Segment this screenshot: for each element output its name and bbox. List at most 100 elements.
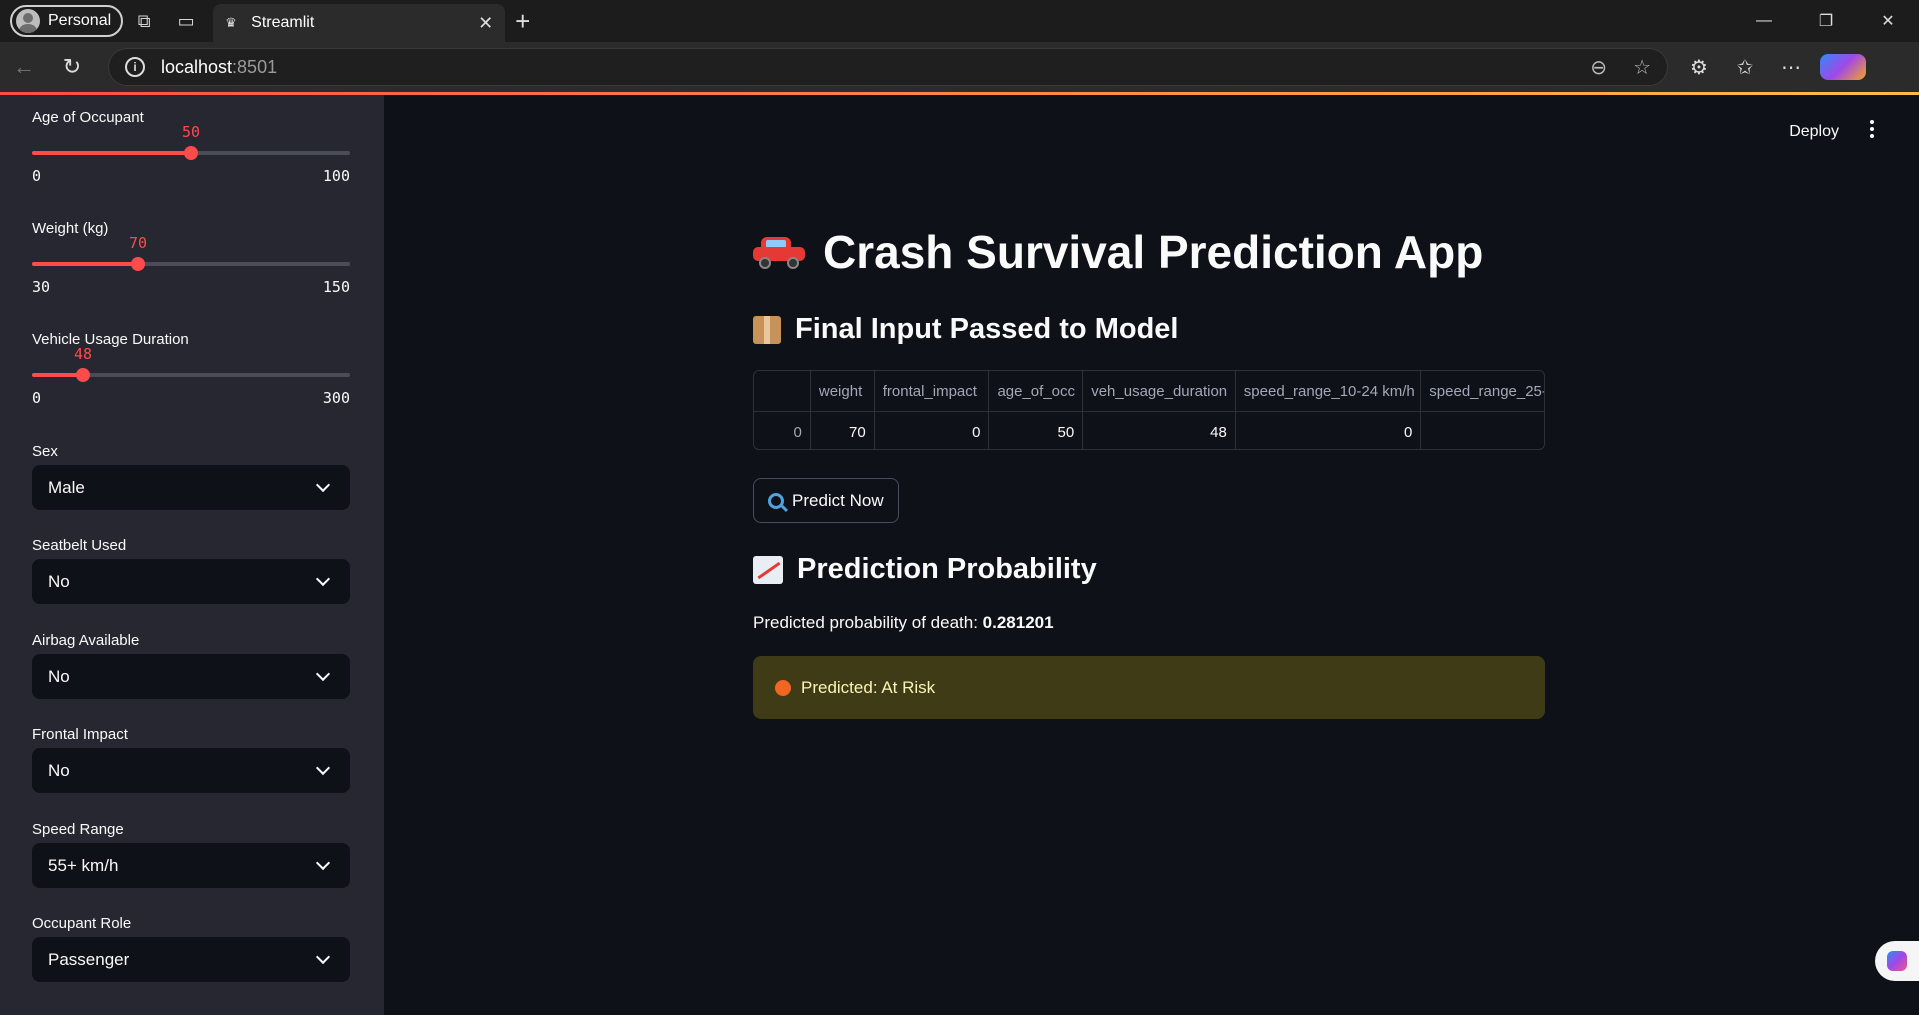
address-bar[interactable]: i localhost :8501 ⊖ ☆ <box>108 48 1668 86</box>
age-slider-value: 50 <box>181 123 201 141</box>
weight-slider-max: 150 <box>322 278 350 296</box>
chevron-down-icon <box>315 666 331 682</box>
speed-range-select-widget: Speed Range 55+ km/h <box>32 821 350 891</box>
streamlit-favicon-icon: ♛ <box>225 15 237 30</box>
profile-button[interactable]: Personal <box>10 5 124 37</box>
chevron-down-icon <box>315 760 331 776</box>
profile-label: Personal <box>48 12 112 29</box>
age-slider-thumb[interactable] <box>184 146 198 160</box>
reload-icon[interactable]: ↻ <box>48 47 96 87</box>
airbag-select-widget: Airbag Available No <box>32 632 350 702</box>
table-header-cell[interactable]: frontal_impact <box>875 371 990 411</box>
chart-increasing-icon <box>753 555 783 584</box>
browser-tab-streamlit[interactable]: ♛ Streamlit ✕ <box>213 4 506 42</box>
table-header-cell[interactable]: veh_usage_duration <box>1083 371 1236 411</box>
table-cell[interactable]: 0 <box>875 412 990 449</box>
frontal-impact-select[interactable]: No <box>32 748 350 793</box>
table-index-cell: 0 <box>754 412 811 449</box>
tab-actions-icon[interactable]: ▭ <box>165 0 207 42</box>
probability-value: 0.281201 <box>982 613 1054 632</box>
tab-title: Streamlit <box>251 14 315 31</box>
magnifier-icon <box>768 492 784 509</box>
frontal-impact-select-widget: Frontal Impact No <box>32 726 350 796</box>
occupant-role-select[interactable]: Passenger <box>32 937 350 982</box>
url-port: :8501 <box>232 56 278 77</box>
minimize-icon[interactable]: — <box>1733 0 1795 42</box>
airbag-select[interactable]: No <box>32 654 350 699</box>
car-icon <box>753 237 805 269</box>
weight-slider-value: 70 <box>128 234 148 252</box>
sex-select[interactable]: Male <box>32 465 350 510</box>
table-cell[interactable]: 70 <box>811 412 875 449</box>
usage-slider-max: 300 <box>322 389 350 407</box>
age-slider-min: 0 <box>32 167 42 185</box>
browser-toolbar: ← ↻ i localhost :8501 ⊖ ☆ ⚙ ✩ ⋯ <box>0 42 1919 92</box>
table-header-cell[interactable]: speed_range_25- <box>1421 371 1544 411</box>
workspaces-icon[interactable]: ⧉ <box>123 0 165 42</box>
airbag-select-value: No <box>48 666 70 686</box>
more-menu-icon[interactable]: ⋯ <box>1768 55 1814 80</box>
chevron-down-icon <box>315 949 331 965</box>
main-menu-icon[interactable] <box>1869 120 1875 138</box>
weight-slider-widget: Weight (kg) 70 30 150 <box>32 220 350 300</box>
table-cell[interactable]: 0 <box>1236 412 1422 449</box>
airbag-select-label: Airbag Available <box>32 632 140 649</box>
usage-slider-value: 48 <box>73 345 93 363</box>
table-header-cell <box>754 371 811 411</box>
seatbelt-select-value: No <box>48 571 70 591</box>
deploy-button[interactable]: Deploy <box>1789 123 1839 141</box>
age-slider[interactable]: 50 0 100 <box>32 109 350 189</box>
page-title-text: Crash Survival Prediction App <box>823 226 1484 278</box>
section-input-text: Final Input Passed to Model <box>795 313 1179 345</box>
weight-slider-min: 30 <box>32 278 51 296</box>
speed-range-select-label: Speed Range <box>32 821 124 838</box>
age-slider-widget: Age of Occupant 50 0 100 <box>32 109 350 189</box>
table-cell[interactable]: 48 <box>1083 412 1236 449</box>
seatbelt-select[interactable]: No <box>32 559 350 604</box>
probability-text: Predicted probability of death: 0.281201 <box>753 613 1054 633</box>
sex-select-label: Sex <box>32 443 58 460</box>
package-icon <box>753 315 781 344</box>
extensions-icon[interactable]: ⚙ <box>1676 55 1722 80</box>
section-prob-text: Prediction Probability <box>797 553 1097 585</box>
prediction-alert-text: Predicted: At Risk <box>801 677 936 697</box>
copilot-floating-icon[interactable] <box>1875 941 1919 981</box>
frontal-impact-select-label: Frontal Impact <box>32 726 128 743</box>
speed-range-select[interactable]: 55+ km/h <box>32 843 350 888</box>
table-header-cell[interactable]: speed_range_10-24 km/h <box>1236 371 1422 411</box>
input-dataframe[interactable]: weight frontal_impact age_of_occ veh_usa… <box>753 370 1545 450</box>
favorite-star-icon[interactable]: ☆ <box>1633 55 1651 80</box>
occupant-role-select-value: Passenger <box>48 949 130 969</box>
new-tab-icon[interactable]: + <box>515 6 530 37</box>
table-cell[interactable]: 50 <box>989 412 1084 449</box>
orange-circle-icon <box>775 679 791 696</box>
chevron-down-icon <box>315 571 331 587</box>
url-host: localhost <box>161 56 233 77</box>
back-icon[interactable]: ← <box>0 47 48 87</box>
profile-avatar-icon <box>16 9 40 33</box>
zoom-out-icon[interactable]: ⊖ <box>1590 55 1607 80</box>
predict-now-button[interactable]: Predict Now <box>753 478 899 523</box>
usage-slider[interactable]: 48 0 300 <box>32 331 350 411</box>
table-header-cell[interactable]: weight <box>811 371 875 411</box>
predict-now-label: Predict Now <box>792 490 884 510</box>
chevron-down-icon <box>315 477 331 493</box>
copilot-icon[interactable] <box>1820 54 1866 80</box>
chevron-down-icon <box>315 855 331 871</box>
occupant-role-select-widget: Occupant Role Passenger <box>32 915 350 985</box>
tab-close-icon[interactable]: ✕ <box>478 13 493 34</box>
prediction-alert: Predicted: At Risk <box>753 656 1545 719</box>
table-header-cell[interactable]: age_of_occ <box>989 371 1084 411</box>
weight-slider-thumb[interactable] <box>131 257 145 271</box>
weight-slider[interactable]: 70 30 150 <box>32 220 350 300</box>
table-cell[interactable] <box>1421 412 1544 449</box>
frontal-impact-select-value: No <box>48 760 70 780</box>
favorites-icon[interactable]: ✩ <box>1722 55 1768 80</box>
page-title: Crash Survival Prediction App <box>753 225 1483 279</box>
table-header-row: weight frontal_impact age_of_occ veh_usa… <box>754 371 1544 411</box>
restore-icon[interactable]: ❐ <box>1795 0 1857 42</box>
window-close-icon[interactable]: ✕ <box>1857 0 1919 42</box>
age-slider-max: 100 <box>322 167 350 185</box>
usage-slider-thumb[interactable] <box>76 368 90 382</box>
site-info-icon[interactable]: i <box>125 57 145 77</box>
